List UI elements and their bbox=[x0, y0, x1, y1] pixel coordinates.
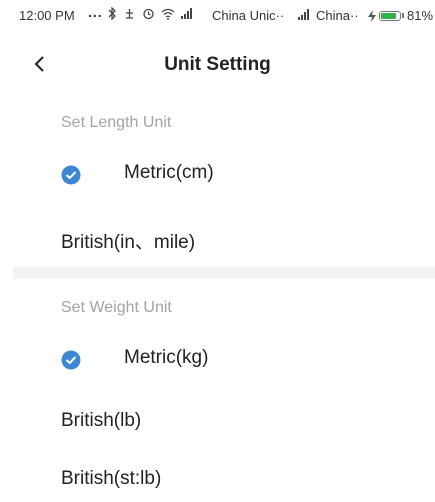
battery-percent: 81% bbox=[407, 8, 434, 23]
status-carrier-2: China·· bbox=[316, 8, 359, 23]
status-bar: 12:00 PM ... China Unic·· China·· 81% bbox=[0, 0, 435, 30]
status-more-dots: ... bbox=[88, 4, 103, 20]
check-circle-icon bbox=[61, 350, 81, 370]
nav-bar: Unit Setting bbox=[0, 48, 435, 82]
weight-section-label: Set Weight Unit bbox=[61, 299, 172, 316]
battery-tip bbox=[402, 13, 404, 18]
status-battery: 81% bbox=[368, 8, 433, 23]
section-divider bbox=[13, 267, 435, 279]
option-metric-kg[interactable]: Metric(kg) bbox=[0, 337, 435, 381]
bluetooth-icon bbox=[108, 7, 116, 20]
battery-fill bbox=[381, 12, 396, 19]
option-british-st-lb[interactable]: British(st:lb) bbox=[0, 458, 435, 502]
battery-icon bbox=[379, 10, 401, 21]
status-icons bbox=[108, 7, 193, 20]
option-british-lb[interactable]: British(lb) bbox=[0, 400, 435, 444]
alarm-icon bbox=[143, 8, 154, 20]
status-carrier-2-wrap: China·· bbox=[298, 8, 359, 23]
signal-icon bbox=[298, 9, 309, 20]
status-carrier-1: China Unic·· bbox=[212, 8, 285, 23]
option-label: Metric(cm) bbox=[124, 162, 214, 183]
option-label: British(in、mile) bbox=[61, 232, 196, 253]
page-title: Unit Setting bbox=[164, 54, 271, 75]
option-metric-cm[interactable]: Metric(cm) bbox=[0, 152, 435, 196]
option-label: Metric(kg) bbox=[124, 347, 209, 368]
option-label: British(st:lb) bbox=[61, 468, 162, 489]
option-british-in-mile[interactable]: British(in、mile) bbox=[0, 217, 435, 261]
length-section-label: Set Length Unit bbox=[61, 114, 172, 131]
signal-icon bbox=[181, 8, 192, 19]
option-label: British(lb) bbox=[61, 410, 142, 431]
status-time: 12:00 PM bbox=[19, 8, 75, 23]
check-circle-icon bbox=[61, 165, 81, 185]
charging-icon bbox=[368, 9, 376, 22]
do-not-disturb-icon bbox=[126, 9, 133, 19]
wifi-icon bbox=[161, 8, 175, 20]
